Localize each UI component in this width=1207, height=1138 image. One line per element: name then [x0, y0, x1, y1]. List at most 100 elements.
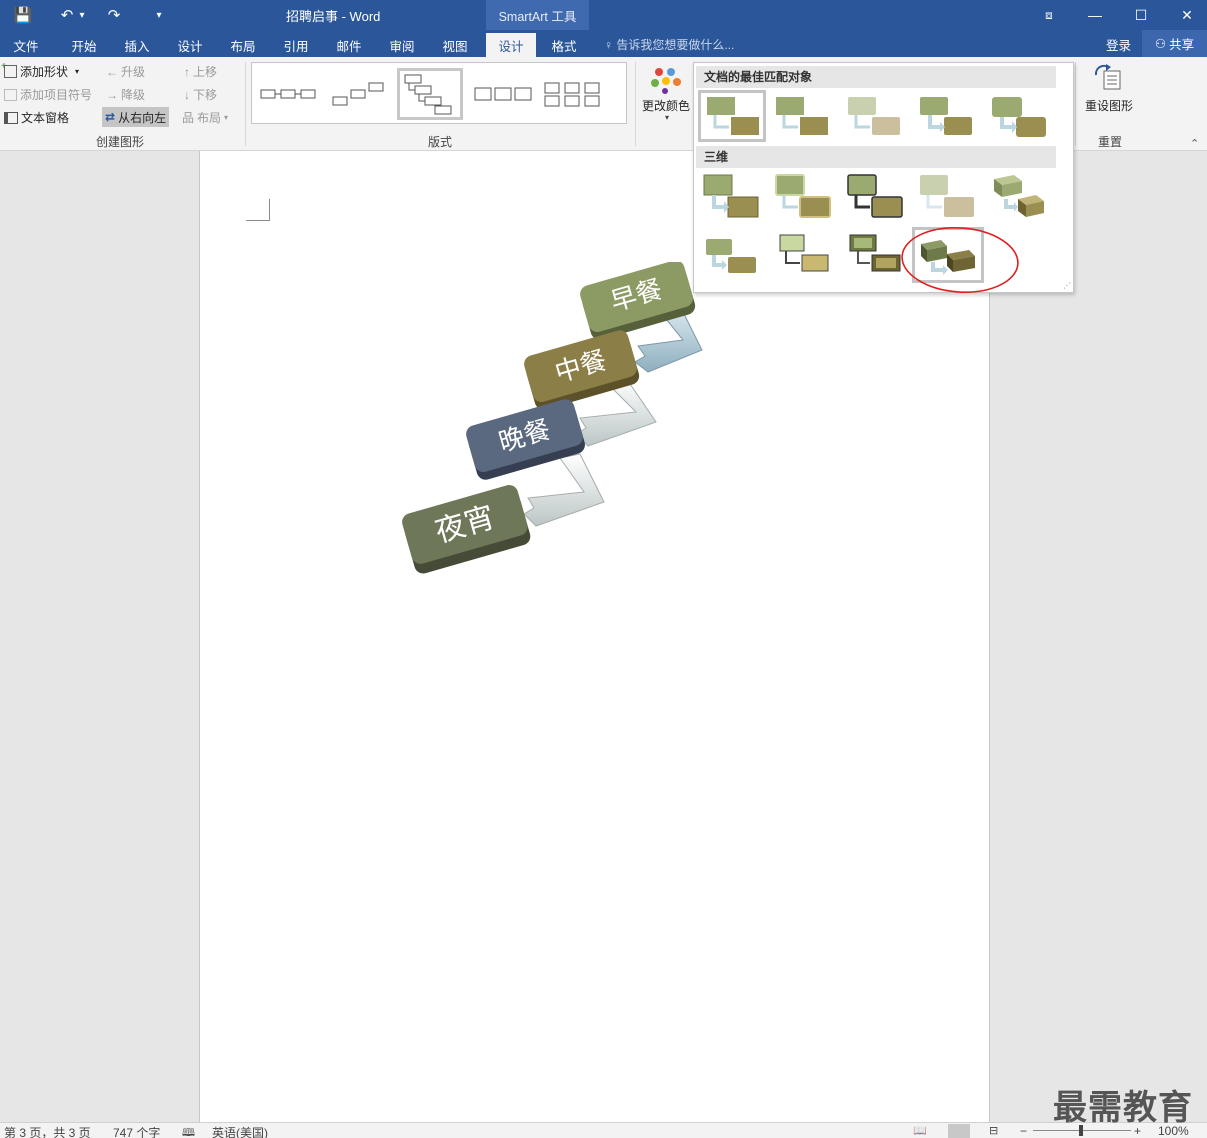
text-pane-icon [4, 111, 18, 124]
section-3d: 三维 [696, 146, 1056, 168]
login-link[interactable]: 登录 [1106, 35, 1131, 54]
layout-option[interactable] [540, 68, 606, 120]
reset-graphic-icon[interactable] [1092, 63, 1124, 93]
swap-direction-icon: ⇄ [105, 110, 116, 124]
layout-label: 布局 [197, 111, 222, 125]
tab-file[interactable]: 文件 [4, 33, 48, 57]
style-option[interactable] [842, 93, 910, 145]
style-option[interactable] [698, 171, 766, 223]
smartart-item[interactable]: 夜宵 [400, 483, 532, 576]
right-to-left-button[interactable]: ⇄ 从右向左 [102, 107, 170, 127]
chevron-down-icon: ▾ [75, 67, 80, 76]
tab-view[interactable]: 视图 [433, 33, 477, 57]
layout-option[interactable] [256, 68, 322, 120]
add-bullet-button[interactable]: 添加项目符号 [4, 86, 92, 103]
section-best-match: 文档的最佳匹配对象 [696, 66, 1056, 88]
zoom-out-button[interactable]: − [1020, 1124, 1027, 1138]
style-option[interactable] [914, 93, 982, 145]
group-separator [635, 62, 636, 146]
tell-me-text: 告诉我您想要做什么... [616, 38, 735, 52]
save-icon[interactable]: 💾 [12, 4, 34, 26]
layout-option[interactable] [326, 68, 392, 120]
lightbulb-icon: ♀ [604, 38, 613, 52]
move-up-label: 上移 [193, 65, 218, 79]
collapse-ribbon-icon[interactable]: ⌃ [1190, 137, 1199, 150]
layout-button[interactable]: 品 布局 ▾ [182, 109, 228, 126]
create-graphic-group-label: 创建图形 [96, 135, 145, 149]
proofing-icon[interactable]: 🕮 [182, 1124, 195, 1138]
maximize-button[interactable]: ☐ [1118, 0, 1164, 30]
style-option[interactable] [698, 233, 766, 285]
resize-grip-icon[interactable]: ⋰ [1063, 281, 1071, 290]
bullet-list-icon [4, 88, 17, 101]
promote-button[interactable]: ← 升级 [106, 63, 145, 80]
close-button[interactable]: ✕ [1164, 0, 1207, 30]
window-title: 招聘启事 - Word [286, 9, 381, 24]
reset-group-label: 重置 [1098, 135, 1123, 149]
layout-option-selected[interactable] [397, 68, 463, 120]
tab-design[interactable]: 设计 [168, 33, 212, 57]
org-layout-icon: 品 [182, 111, 195, 125]
tab-smartart-format[interactable]: 格式 [540, 33, 588, 57]
layout-gallery: ▴ ▾ ▾ [251, 62, 874, 124]
style-option[interactable] [770, 171, 838, 223]
move-down-button[interactable]: ↓ 下移 [184, 86, 217, 103]
tab-home[interactable]: 开始 [62, 33, 106, 57]
move-up-button[interactable]: ↑ 上移 [184, 63, 217, 80]
style-option[interactable] [986, 171, 1054, 223]
demote-button[interactable]: → 降级 [106, 86, 145, 103]
color-palette-icon[interactable] [649, 66, 683, 94]
customize-qat-icon[interactable]: ▾ [148, 4, 170, 26]
share-label: 共享 [1169, 38, 1195, 52]
reset-graphic-button[interactable]: 重设图形 [1085, 97, 1133, 114]
chevron-down-icon: ▾ [224, 113, 229, 122]
web-layout-icon[interactable]: ⊟ [989, 1124, 998, 1137]
language-indicator[interactable]: 英语(美国) [212, 1124, 268, 1138]
arrow-right-icon: → [106, 87, 118, 102]
group-separator [245, 62, 246, 146]
redo-icon[interactable]: ↷ [103, 4, 125, 26]
undo-dropdown-icon[interactable]: ▾ [76, 4, 88, 26]
undo-icon[interactable]: ↶ [56, 4, 78, 26]
minimize-button[interactable]: — [1072, 0, 1118, 30]
style-option[interactable] [770, 93, 838, 145]
layout-option[interactable] [470, 68, 536, 120]
tell-me-search[interactable]: ♀ 告诉我您想要做什么... [604, 36, 734, 53]
right-to-left-label: 从右向左 [118, 110, 167, 125]
arrow-down-icon: ↓ [184, 87, 190, 102]
add-shape-icon: + [1, 61, 17, 78]
word-count[interactable]: 747 个字 [113, 1124, 160, 1138]
style-option-selected[interactable] [698, 90, 766, 142]
tab-references[interactable]: 引用 [274, 33, 318, 57]
tab-smartart-design[interactable]: 设计 [486, 33, 536, 57]
tab-insert[interactable]: 插入 [115, 33, 159, 57]
smartart-graphic[interactable]: 早餐 中餐 晚餐 夜宵 [390, 262, 720, 582]
status-bar: 第 3 页，共 3 页 747 个字 🕮 英语(美国) 📖 ⊟ − + 100% [0, 1122, 1207, 1138]
print-layout-icon[interactable] [948, 1124, 970, 1138]
ribbon-display-options-icon[interactable]: ⧈ [1026, 0, 1072, 30]
change-colors-button[interactable]: 更改颜色 [642, 97, 690, 114]
layouts-group-label: 版式 [428, 135, 453, 149]
text-pane-button[interactable]: 文本窗格 [4, 109, 69, 126]
tab-layout[interactable]: 布局 [221, 33, 265, 57]
text-pane-label: 文本窗格 [21, 111, 70, 125]
smartart-tools-label: SmartArt 工具 [486, 0, 589, 30]
arrow-up-icon: ↑ [184, 64, 190, 79]
arrow-left-icon: ← [106, 64, 118, 79]
page-count[interactable]: 第 3 页，共 3 页 [4, 1124, 91, 1138]
watermark-text: 最需教育 [1053, 1088, 1193, 1128]
add-shape-button[interactable]: + 添加形状 ▾ [1, 61, 80, 80]
group-separator [1075, 62, 1076, 146]
style-option[interactable] [770, 231, 838, 283]
style-option[interactable] [914, 171, 982, 223]
read-mode-icon[interactable]: 📖 [913, 1124, 927, 1137]
demote-label: 降级 [121, 88, 146, 102]
style-option[interactable] [986, 93, 1054, 145]
style-option[interactable] [842, 171, 910, 223]
tab-review[interactable]: 审阅 [380, 33, 424, 57]
share-button[interactable]: ⚇ 共享 [1142, 30, 1207, 57]
person-icon: ⚇ [1154, 37, 1167, 51]
margin-corner-mark [246, 199, 270, 221]
tab-mailings[interactable]: 邮件 [327, 33, 371, 57]
chevron-down-icon: ▾ [665, 113, 670, 122]
